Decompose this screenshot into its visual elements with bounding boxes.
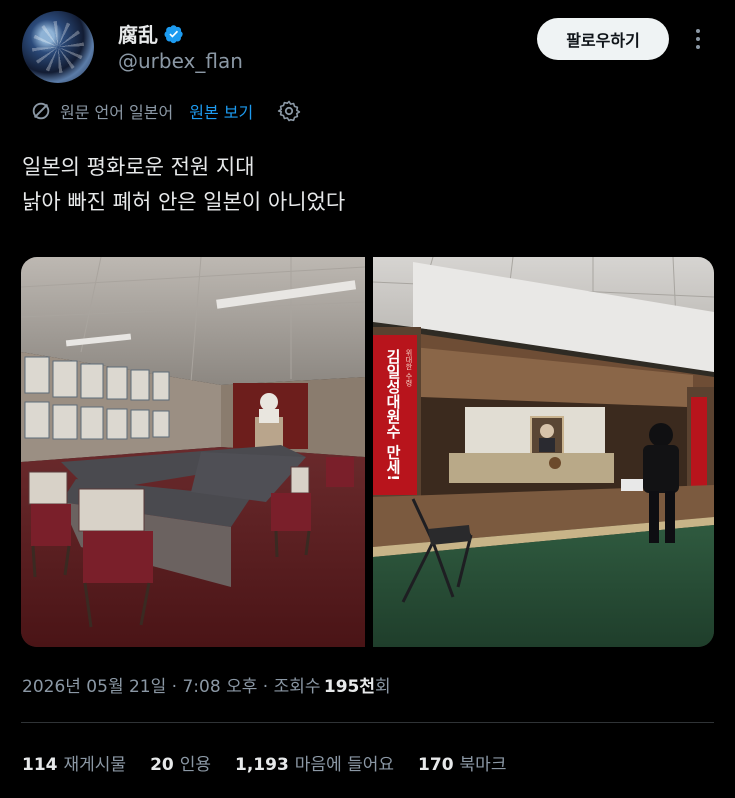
tweet-time[interactable]: 7:08 오후 xyxy=(182,677,257,697)
media-grid: 위대한 수령 김일성대원수 만세! xyxy=(21,257,714,647)
tweet-line-1: 일본의 평화로운 전원 지대 xyxy=(22,155,255,179)
bookmarks-count: 170 xyxy=(418,755,454,775)
tweet-line-2: 낡아 빠진 폐허 안은 일본이 아니었다 xyxy=(22,190,346,214)
divider xyxy=(21,722,714,723)
more-vertical-icon[interactable] xyxy=(688,24,708,54)
translate-icon xyxy=(32,102,50,120)
tweet-header: 腐乱 @urbex_flan 팔로우하기 xyxy=(0,0,735,92)
photo-auditorium[interactable]: 위대한 수령 김일성대원수 만세! xyxy=(373,257,714,647)
banner-small-text: 위대한 수령 xyxy=(405,349,413,386)
reposts-count: 114 xyxy=(22,755,58,775)
auditorium-photo-art: 위대한 수령 김일성대원수 만세! xyxy=(373,257,714,647)
quotes-label: 인용 xyxy=(179,755,212,775)
views-suffix: 회 xyxy=(375,677,391,697)
follow-button[interactable]: 팔로우하기 xyxy=(537,18,669,60)
banner-slogan: 김일성대원수 만세! xyxy=(384,348,402,481)
tweet-date[interactable]: 2026년 05월 21일 xyxy=(22,677,166,697)
likes-label: 마음에 들어요 xyxy=(294,755,395,775)
tweet-timestamp: 2026년 05월 21일 · 7:08 오후 · 조회수 195천회 xyxy=(22,672,391,697)
gear-icon[interactable] xyxy=(277,99,301,123)
display-name-text: 腐乱 xyxy=(118,23,158,47)
views-value: 195천 xyxy=(323,677,376,697)
translation-source: 원문 언어 일본어 xyxy=(60,103,174,122)
separator: · xyxy=(166,677,183,697)
display-name[interactable]: 腐乱 xyxy=(118,19,184,48)
bookmarks-label: 북마크 xyxy=(459,755,507,775)
reposts-stat[interactable]: 114 재게시물 xyxy=(22,750,126,775)
bookmarks-stat[interactable]: 170 북마크 xyxy=(418,750,506,775)
meeting-room-photo-art xyxy=(21,257,365,647)
photo-meeting-room[interactable] xyxy=(21,257,365,647)
avatar[interactable] xyxy=(22,11,94,83)
likes-count: 1,193 xyxy=(235,755,289,775)
likes-stat[interactable]: 1,193 마음에 들어요 xyxy=(235,750,394,775)
view-original-link[interactable]: 원본 보기 xyxy=(189,99,253,123)
quotes-stat[interactable]: 20 인용 xyxy=(150,750,211,775)
views-label: 조회수 xyxy=(273,677,321,697)
tweet-text: 일본의 평화로운 전원 지대 낡아 빠진 폐허 안은 일본이 아니었다 xyxy=(22,150,345,220)
separator: · xyxy=(257,677,274,697)
reposts-label: 재게시물 xyxy=(63,755,127,775)
user-handle[interactable]: @urbex_flan xyxy=(118,49,243,73)
verified-badge-icon xyxy=(164,24,183,43)
quotes-count: 20 xyxy=(150,755,174,775)
translation-row: 원문 언어 일본어 원본 보기 xyxy=(30,98,301,124)
engagement-stats: 114 재게시물 20 인용 1,193 마음에 들어요 170 북마크 xyxy=(22,750,506,775)
